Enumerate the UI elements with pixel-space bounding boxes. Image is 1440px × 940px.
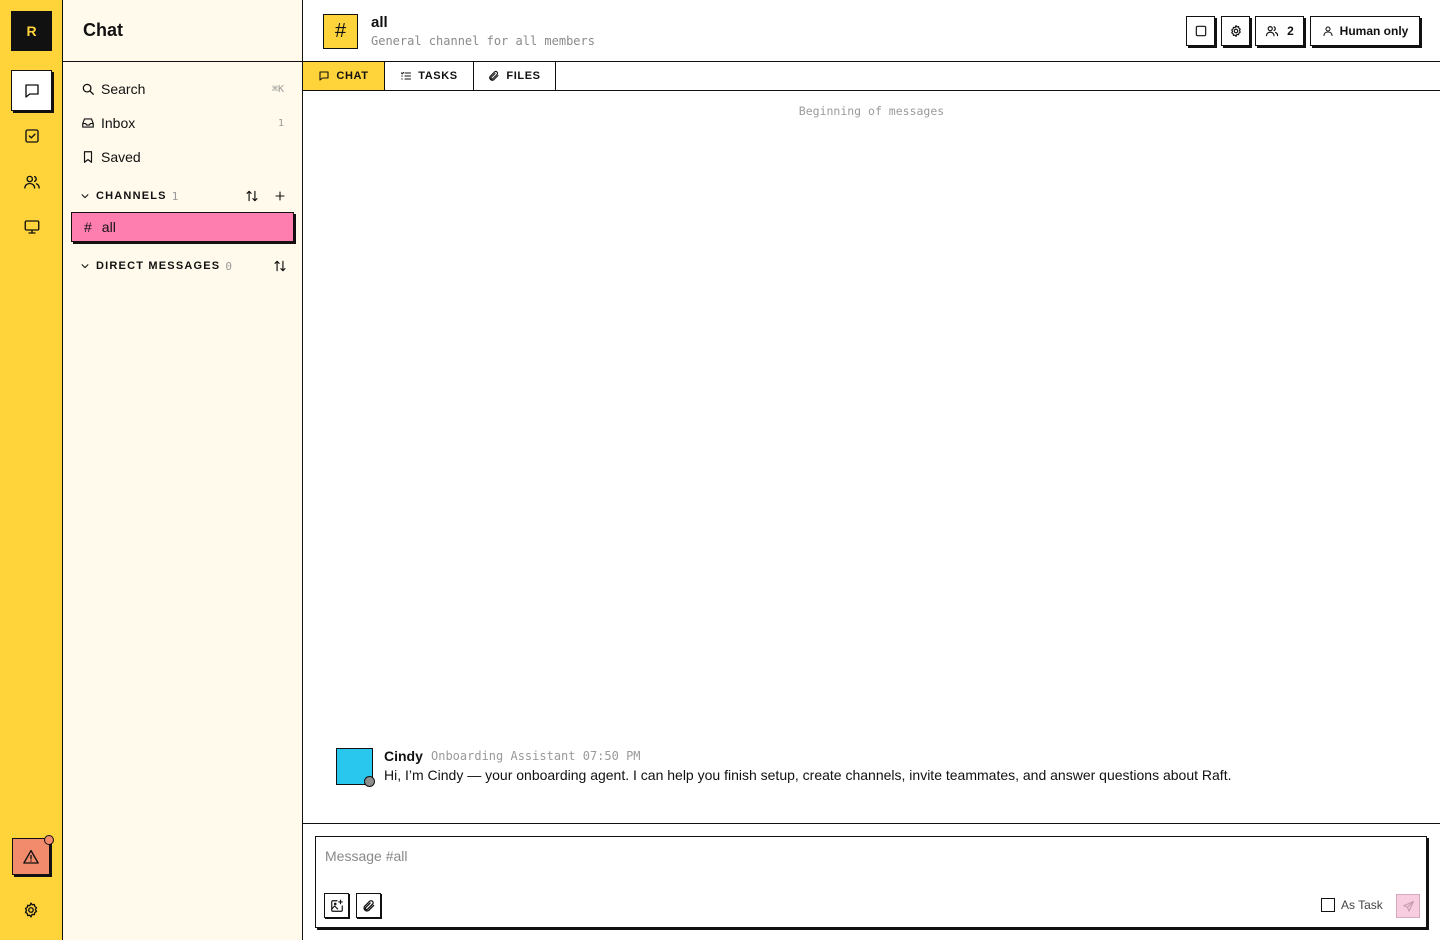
search-shortcut: ⌘K xyxy=(271,83,284,95)
bookmark-icon xyxy=(81,150,95,164)
channel-label: all xyxy=(101,219,116,235)
presence-indicator xyxy=(364,776,375,787)
sidebar-item-saved[interactable]: Saved xyxy=(81,145,284,169)
message-time: 07:50 PM xyxy=(582,749,641,763)
plus-icon xyxy=(274,190,286,202)
add-channel-button[interactable] xyxy=(272,188,288,204)
user-icon xyxy=(1322,25,1334,37)
channel-settings-button[interactable] xyxy=(1221,16,1250,46)
sidebar-item-label: Inbox xyxy=(101,115,136,131)
toggle-panel-button[interactable] xyxy=(1186,16,1215,46)
inbox-icon xyxy=(81,116,95,130)
chevron-down-icon xyxy=(80,191,90,201)
members-button[interactable]: 2 xyxy=(1255,16,1304,46)
composer-divider xyxy=(303,823,1440,824)
square-icon xyxy=(1194,24,1208,38)
as-task-toggle[interactable]: As Task xyxy=(1321,898,1383,912)
channels-section-label: CHANNELS xyxy=(96,190,167,202)
channel-hash-icon: # xyxy=(323,14,358,49)
paperclip-icon xyxy=(362,899,376,913)
beginning-of-messages: Beginning of messages xyxy=(798,104,945,118)
workspace-logo[interactable]: R xyxy=(11,11,52,51)
channels-section-header[interactable]: CHANNELS 1 xyxy=(80,185,288,207)
sidebar-item-label: Saved xyxy=(101,149,141,165)
image-plus-icon xyxy=(330,899,344,913)
sidebar-item-inbox[interactable]: Inbox 1 xyxy=(81,111,284,135)
warning-icon xyxy=(22,848,40,866)
settings-button[interactable] xyxy=(20,899,42,921)
main-panel: # all General channel for all members 2 … xyxy=(303,0,1440,940)
gear-icon xyxy=(1229,24,1243,38)
list-icon xyxy=(400,70,412,82)
rail-tasks-button[interactable] xyxy=(11,115,52,156)
sidebar-item-search[interactable]: Search ⌘K xyxy=(81,77,284,101)
message-input[interactable]: Message #all xyxy=(325,848,408,864)
members-count: 2 xyxy=(1287,24,1294,38)
paperclip-icon xyxy=(488,70,500,82)
direct-messages-count: 0 xyxy=(225,259,232,273)
attach-file-button[interactable] xyxy=(356,893,381,918)
as-task-label: As Task xyxy=(1341,898,1383,912)
search-icon xyxy=(81,82,95,96)
inbox-count: 1 xyxy=(277,117,284,129)
rail-chat-button[interactable] xyxy=(11,70,52,111)
tab-label: FILES xyxy=(506,70,541,82)
direct-messages-section-header[interactable]: DIRECT MESSAGES 0 xyxy=(80,255,288,277)
sort-icon xyxy=(245,189,259,203)
channel-header: # all General channel for all members 2 … xyxy=(303,0,1440,62)
mode-label: Human only xyxy=(1339,24,1409,38)
send-button[interactable] xyxy=(1396,894,1420,918)
people-icon xyxy=(1265,24,1279,38)
message-text: Hi, I’m Cindy — your onboarding agent. I… xyxy=(384,767,1232,783)
direct-messages-section-label: DIRECT MESSAGES xyxy=(96,260,221,272)
sort-channels-button[interactable] xyxy=(244,188,260,204)
app-rail: R xyxy=(0,0,63,940)
sidebar-item-channel-all[interactable]: # all xyxy=(71,212,294,242)
monitor-icon xyxy=(23,218,41,236)
channels-count: 1 xyxy=(171,189,179,203)
alert-button[interactable] xyxy=(12,835,54,875)
channel-description: General channel for all members xyxy=(371,34,595,48)
human-only-button[interactable]: Human only xyxy=(1310,16,1420,46)
tab-files[interactable]: FILES xyxy=(474,62,556,90)
send-icon xyxy=(1402,900,1415,913)
message-composer[interactable]: Message #all As Task xyxy=(315,836,1427,928)
sidebar-item-label: Search xyxy=(101,81,146,97)
channel-title: all xyxy=(371,14,388,31)
sort-icon xyxy=(273,259,287,273)
tab-chat[interactable]: CHAT xyxy=(303,62,385,90)
rail-monitor-button[interactable] xyxy=(11,206,52,247)
sidebar-title: Chat xyxy=(63,0,302,62)
sort-direct-messages-button[interactable] xyxy=(272,258,288,274)
sidebar: Chat Search ⌘K Inbox 1 Saved CHANNELS 1 xyxy=(63,0,303,940)
people-icon xyxy=(23,173,41,191)
tab-tasks[interactable]: TASKS xyxy=(385,62,474,90)
channel-tabs: CHAT TASKS FILES xyxy=(303,62,1440,91)
as-task-checkbox[interactable] xyxy=(1321,898,1335,912)
tab-label: CHAT xyxy=(336,70,369,82)
tasks-icon xyxy=(23,127,41,145)
message-meta: Onboarding Assistant 07:50 PM xyxy=(431,749,641,763)
rail-people-button[interactable] xyxy=(11,161,52,202)
message-author-role: Onboarding Assistant xyxy=(431,749,576,763)
notification-dot xyxy=(44,835,54,845)
chevron-down-icon xyxy=(80,261,90,271)
tab-label: TASKS xyxy=(418,70,458,82)
message-author[interactable]: Cindy xyxy=(384,748,423,764)
gear-icon xyxy=(22,901,40,919)
add-image-button[interactable] xyxy=(324,893,349,918)
chat-icon xyxy=(318,70,330,82)
hash-icon: # xyxy=(84,219,92,235)
chat-icon xyxy=(23,82,41,100)
